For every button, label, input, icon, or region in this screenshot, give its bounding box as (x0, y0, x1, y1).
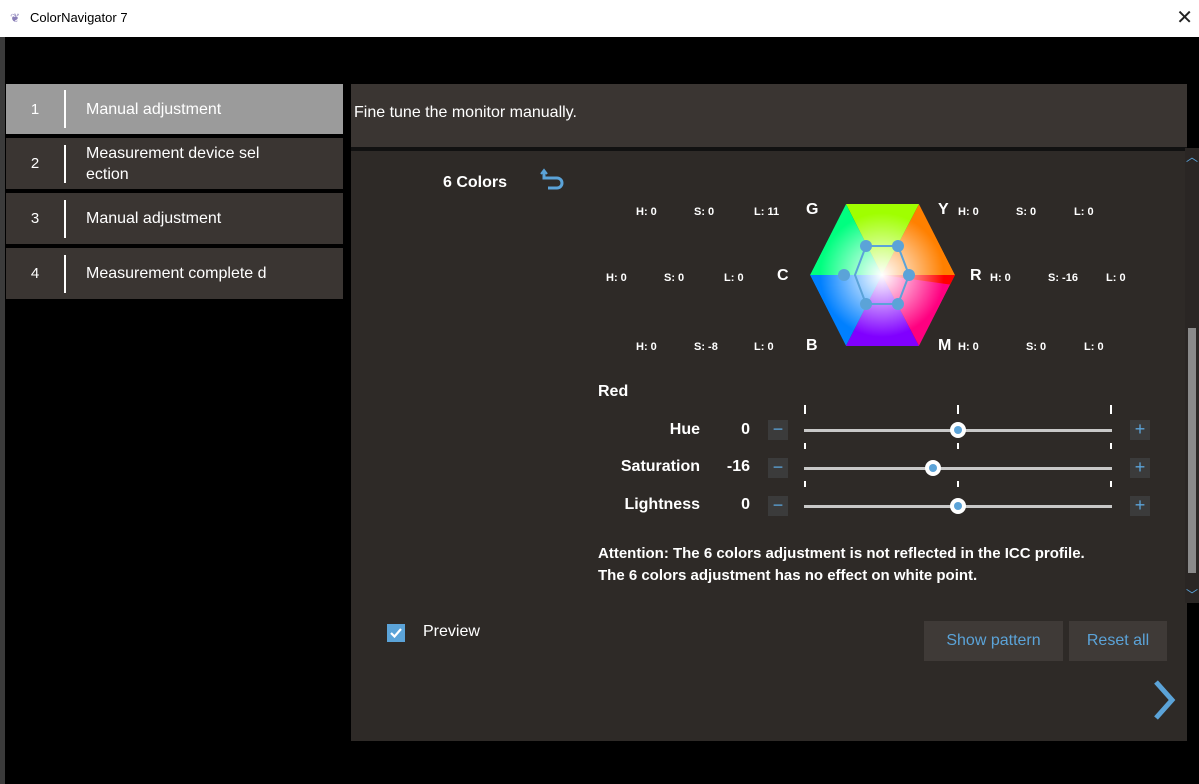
reset-all-button[interactable]: Reset all (1069, 621, 1167, 661)
slider-tick (804, 443, 806, 449)
panel-description: Fine tune the monitor manually. (354, 104, 577, 121)
hsl-readout-r: H: 0 S: -16 L: 0 (990, 272, 1126, 284)
color-letter-m[interactable]: M (938, 337, 951, 355)
close-icon[interactable]: ✕ (1176, 5, 1193, 30)
step-number: 1 (30, 100, 40, 118)
hue-decrease-button[interactable]: − (768, 420, 788, 440)
lightness-readout: L: 11 (754, 206, 780, 218)
title-bar: ❦ ColorNavigator 7 ✕ (0, 0, 1199, 37)
saturation-slider-track[interactable] (804, 467, 1112, 470)
lightness-increase-button[interactable]: + (1130, 496, 1150, 516)
step-divider (64, 144, 66, 183)
step-item-1[interactable]: 1 Manual adjustment (6, 84, 343, 134)
saturation-readout: S: 0 (1026, 341, 1047, 353)
attention-line-1: Attention: The 6 colors adjustment is no… (598, 545, 1085, 562)
saturation-label: Saturation (620, 458, 700, 475)
lightness-readout: L: 0 (1084, 341, 1104, 353)
lightness-value: 0 (741, 496, 750, 513)
saturation-increase-button[interactable]: + (1130, 458, 1150, 478)
slider-tick (1110, 405, 1112, 414)
panel-header: Fine tune the monitor manually. (351, 84, 1187, 151)
step-divider (64, 254, 66, 293)
attention-line-2: The 6 colors adjustment has no effect on… (598, 567, 978, 584)
window-frame (0, 37, 5, 784)
show-pattern-button[interactable]: Show pattern (924, 621, 1063, 661)
saturation-readout: S: 0 (664, 272, 685, 284)
hue-readout: H: 0 (958, 206, 979, 218)
undo-icon[interactable] (540, 168, 566, 195)
lightness-decrease-button[interactable]: − (768, 496, 788, 516)
step-divider (64, 199, 66, 238)
hue-readout: H: 0 (958, 341, 979, 353)
step-label: Measurement device sel ection (86, 144, 260, 183)
lightness-label: Lightness (624, 496, 700, 513)
steps-sidebar: 1 Manual adjustment 2 Measurement device… (6, 84, 343, 303)
app-icon: ❦ (10, 11, 21, 25)
hue-readout: H: 0 (636, 341, 657, 353)
hue-readout: H: 0 (990, 272, 1011, 284)
step-item-3[interactable]: 3 Manual adjustment (6, 193, 343, 244)
hsl-readout-c: H: 0 S: 0 L: 0 (606, 272, 744, 284)
hue-value: 0 (741, 421, 750, 438)
attention-note: Attention: The 6 colors adjustment is no… (598, 543, 1085, 587)
checkmark-icon (387, 624, 405, 642)
color-letter-c[interactable]: C (777, 267, 789, 285)
step-label: Manual adjustment (86, 210, 222, 227)
hsl-readout-m: H: 0 S: 0 L: 0 (958, 341, 1104, 353)
color-letter-b[interactable]: B (806, 337, 818, 355)
lightness-readout: L: 0 (1074, 206, 1094, 218)
color-letter-y[interactable]: Y (938, 201, 949, 219)
lightness-readout: L: 0 (1106, 272, 1126, 284)
hsl-readout-g: H: 0 S: 0 L: 11 (636, 206, 779, 218)
step-item-4[interactable]: 4 Measurement complete d (6, 248, 343, 299)
slider-tick (957, 481, 959, 487)
hue-label: Hue (669, 421, 700, 438)
step-label: Manual adjustment (86, 100, 222, 118)
preview-checkbox[interactable] (387, 624, 405, 642)
saturation-readout: S: -16 (1048, 272, 1078, 284)
lightness-readout: L: 0 (724, 272, 744, 284)
slider-tick (1110, 443, 1112, 449)
slider-tick (804, 405, 806, 414)
color-hexagon[interactable] (810, 204, 955, 346)
hue-increase-button[interactable]: + (1130, 420, 1150, 440)
section-title: 6 Colors (443, 174, 508, 191)
step-number: 3 (30, 210, 40, 227)
color-letter-g[interactable]: G (806, 201, 818, 219)
selected-color-name: Red (598, 383, 629, 400)
step-item-2[interactable]: 2 Measurement device sel ection (6, 138, 343, 189)
step-number: 2 (30, 155, 40, 172)
saturation-readout: S: 0 (694, 206, 715, 218)
step-number: 4 (30, 265, 40, 282)
step-divider (64, 90, 66, 128)
saturation-readout: S: -8 (694, 341, 718, 353)
slider-tick (957, 405, 959, 414)
hsl-readout-b: H: 0 S: -8 L: 0 (636, 341, 774, 353)
chevron-up-icon[interactable]: ︿ (1186, 148, 1198, 165)
hue-slider-knob[interactable] (950, 422, 966, 438)
slider-tick (804, 481, 806, 487)
chevron-right-icon[interactable] (1150, 678, 1180, 727)
vertical-scrollbar[interactable]: ︿ ﹀ (1185, 148, 1199, 603)
slider-tick (957, 443, 959, 449)
preview-label: Preview (423, 623, 480, 640)
hsl-readout-y: H: 0 S: 0 L: 0 (958, 206, 1094, 218)
slider-tick (1110, 481, 1112, 487)
saturation-decrease-button[interactable]: − (768, 458, 788, 478)
color-letter-r[interactable]: R (970, 267, 982, 285)
lightness-readout: L: 0 (754, 341, 774, 353)
saturation-value: -16 (726, 458, 750, 475)
window-title: ColorNavigator 7 (30, 10, 128, 25)
chevron-down-icon[interactable]: ﹀ (1186, 586, 1198, 603)
hue-readout: H: 0 (636, 206, 657, 218)
lightness-slider-knob[interactable] (950, 498, 966, 514)
saturation-readout: S: 0 (1016, 206, 1037, 218)
scrollbar-thumb[interactable] (1188, 328, 1196, 573)
step-label: Measurement complete d (86, 265, 267, 282)
hue-readout: H: 0 (606, 272, 627, 284)
